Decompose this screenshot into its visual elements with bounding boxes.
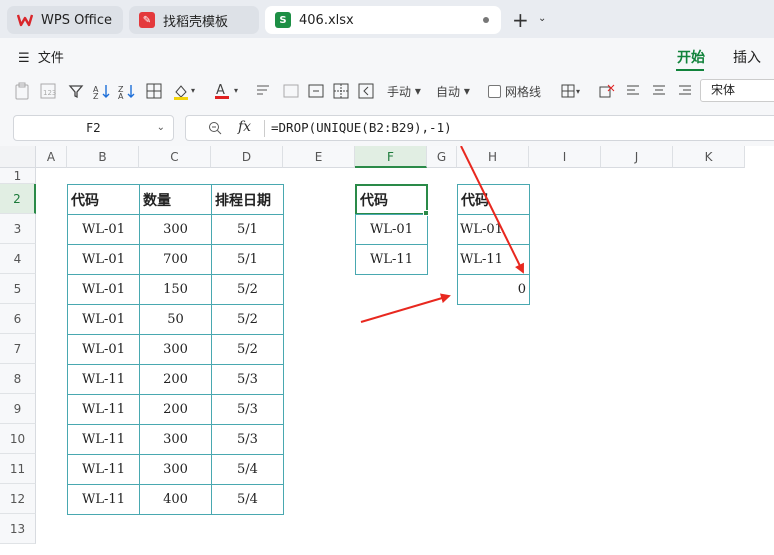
manual-dropdown[interactable]: 手动 ▾	[387, 81, 421, 101]
gridlines-label: 网格线	[505, 84, 542, 99]
fill-color-icon[interactable]: ▾	[172, 81, 198, 101]
svg-text:123: 123	[43, 89, 56, 97]
align-center-icon[interactable]	[652, 81, 666, 101]
align-left-icon[interactable]	[626, 81, 640, 101]
text-wrap-icon[interactable]	[255, 81, 271, 101]
svg-text:A: A	[118, 92, 124, 99]
ribbon-tab-home[interactable]: 开始	[677, 47, 705, 67]
insert-cells-icon[interactable]	[333, 81, 349, 101]
docer-icon: ✎	[139, 12, 155, 28]
number-format-icon[interactable]: 123	[40, 81, 56, 101]
spreadsheet-grid[interactable]: ABCDEFGHIJK 1 2 3 4 5 6 7 8 9 10 11 12 13 代码 数量 排程日期 WL…	[0, 146, 774, 555]
auto-label: 自动	[436, 84, 461, 99]
new-tab-plus-icon[interactable]: +	[512, 8, 529, 32]
file-menu-label: 文件	[37, 51, 64, 66]
gridlines-checkbox[interactable]	[488, 84, 501, 98]
tab-wps-office[interactable]: WPS Office	[7, 6, 123, 34]
clear-format-icon[interactable]	[599, 81, 615, 101]
insert-row-icon[interactable]	[308, 81, 324, 101]
paste-icon[interactable]	[14, 81, 30, 101]
chevron-down-icon[interactable]: ⌄	[157, 116, 165, 140]
tab-406-xlsx[interactable]: S 406.xlsx	[265, 6, 501, 34]
sort-ascending-icon[interactable]: AZ	[93, 81, 111, 101]
borders-icon[interactable]	[146, 81, 162, 101]
sort-descending-icon[interactable]: ZA	[118, 81, 136, 101]
name-box[interactable]: F2 ⌄	[13, 115, 174, 141]
manual-label: 手动	[387, 84, 412, 99]
filter-icon[interactable]	[68, 81, 84, 101]
active-tab-indicator	[676, 69, 704, 71]
chevron-down-icon: ▾	[414, 84, 421, 98]
svg-text:▾: ▾	[191, 86, 195, 95]
unsaved-dot-icon[interactable]	[483, 17, 489, 23]
arrow-formula-to-result	[460, 146, 524, 274]
menu-row: ☰ 文件 开始 插入	[0, 38, 774, 72]
tab-label: 找稻壳模板	[163, 14, 229, 30]
font-name-select[interactable]: 宋体	[700, 79, 774, 102]
gridlines-toggle[interactable]: 网格线	[488, 81, 541, 101]
font-color-icon[interactable]: A ▾	[214, 81, 244, 101]
formula-text: =DROP(UNIQUE(B2:B29),-1)	[271, 120, 452, 135]
ribbon-toolbar: 123 AZ ZA ▾ A ▾ 手动 ▾ 自动 ▾ 网格线 ▾	[0, 72, 774, 110]
arrow-to-zero-cell	[360, 293, 451, 323]
chevron-down-icon[interactable]: ⌄	[538, 13, 546, 24]
cell-reference: F2	[86, 121, 101, 135]
chevron-down-icon: ▾	[463, 84, 470, 98]
auto-dropdown[interactable]: 自动 ▾	[436, 81, 470, 101]
annotation-arrows	[360, 146, 524, 323]
fx-icon[interactable]: fx	[238, 119, 251, 135]
align-right-icon[interactable]	[678, 81, 692, 101]
tab-docer-templates[interactable]: ✎ 找稻壳模板	[129, 6, 259, 34]
tab-label: WPS Office	[41, 12, 113, 28]
svg-text:A: A	[216, 83, 225, 98]
ribbon-tab-insert[interactable]: 插入	[733, 47, 761, 67]
hamburger-icon: ☰	[18, 51, 30, 66]
freeze-panes-icon[interactable]	[358, 81, 374, 101]
svg-text:▾: ▾	[576, 87, 580, 96]
merge-cells-icon[interactable]	[283, 81, 299, 101]
cell-style-icon[interactable]: ▾	[561, 81, 583, 101]
formula-input[interactable]: fx =DROP(UNIQUE(B2:B29),-1)	[185, 115, 774, 141]
spreadsheet-icon: S	[275, 12, 291, 28]
formula-separator	[264, 120, 265, 137]
file-menu[interactable]: ☰ 文件	[18, 47, 64, 66]
svg-text:▾: ▾	[234, 86, 238, 95]
wps-logo-icon	[17, 12, 33, 28]
formula-bar: F2 ⌄ fx =DROP(UNIQUE(B2:B29),-1)	[0, 110, 774, 146]
tab-label: 406.xlsx	[299, 12, 354, 28]
svg-text:Z: Z	[93, 92, 99, 99]
zoom-icon[interactable]	[208, 121, 223, 140]
title-tab-bar: WPS Office ✎ 找稻壳模板 S 406.xlsx + ⌄	[0, 0, 774, 38]
